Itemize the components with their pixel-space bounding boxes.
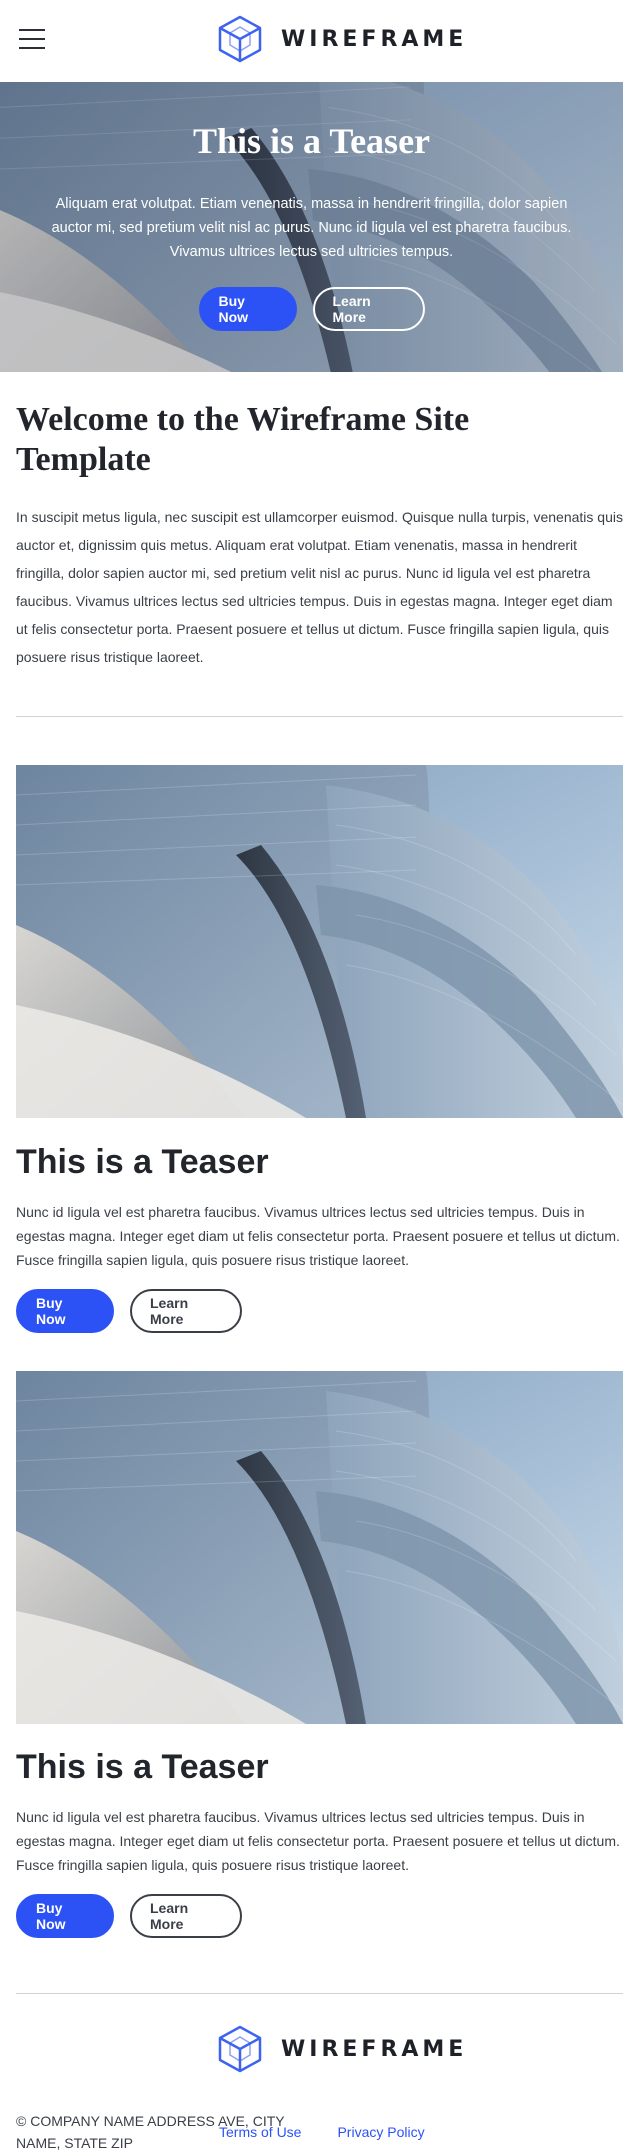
hero-banner: This is a Teaser Aliquam erat volutpat. …: [0, 82, 623, 372]
terms-of-use-link[interactable]: Terms of Use: [219, 2124, 301, 2140]
teaser-image: [16, 1371, 623, 1724]
welcome-body: In suscipit metus ligula, nec suscipit e…: [16, 509, 623, 665]
privacy-policy-link[interactable]: Privacy Policy: [337, 2124, 424, 2140]
hero-buttons: Buy Now Learn More: [0, 287, 623, 331]
teaser-buttons: Buy Now Learn More: [16, 1289, 242, 1333]
section-divider: [16, 716, 623, 717]
hero-learn-more-button[interactable]: Learn More: [312, 287, 425, 331]
footer-divider: [16, 1993, 623, 1994]
wireframe-cube-icon: [218, 15, 262, 63]
hero-title: This is a Teaser: [192, 121, 431, 161]
teaser-title: This is a Teaser: [16, 1143, 269, 1181]
teaser-body: Nunc id ligula vel est pharetra faucibus…: [16, 1809, 620, 1873]
footer-logo[interactable]: WIREFRAME: [215, 2024, 467, 2074]
wireframe-cube-icon: [218, 2025, 262, 2073]
teaser-learn-more-button[interactable]: Learn More: [130, 1894, 242, 1938]
teaser-buttons: Buy Now Learn More: [16, 1894, 242, 1938]
teaser-buy-now-button[interactable]: Buy Now: [16, 1289, 114, 1333]
teaser-image: [16, 765, 623, 1118]
hamburger-menu-icon[interactable]: [19, 29, 45, 49]
teaser-learn-more-button[interactable]: Learn More: [130, 1289, 242, 1333]
welcome-title: Welcome to the Wireframe Site Template: [16, 401, 470, 478]
logo-text: WIREFRAME: [281, 26, 468, 52]
footer-logo-text: WIREFRAME: [281, 2036, 468, 2062]
footer-links: Terms of Use Privacy Policy: [219, 2124, 425, 2140]
site-logo[interactable]: WIREFRAME: [215, 14, 467, 64]
teaser-title: This is a Teaser: [16, 1748, 269, 1786]
teaser-buy-now-button[interactable]: Buy Now: [16, 1894, 114, 1938]
site-header: WIREFRAME: [0, 0, 623, 80]
teaser-body: Nunc id ligula vel est pharetra faucibus…: [16, 1204, 620, 1268]
hero-text: Aliquam erat volutpat. Etiam venenatis, …: [51, 196, 572, 260]
hero-buy-now-button[interactable]: Buy Now: [198, 287, 297, 331]
